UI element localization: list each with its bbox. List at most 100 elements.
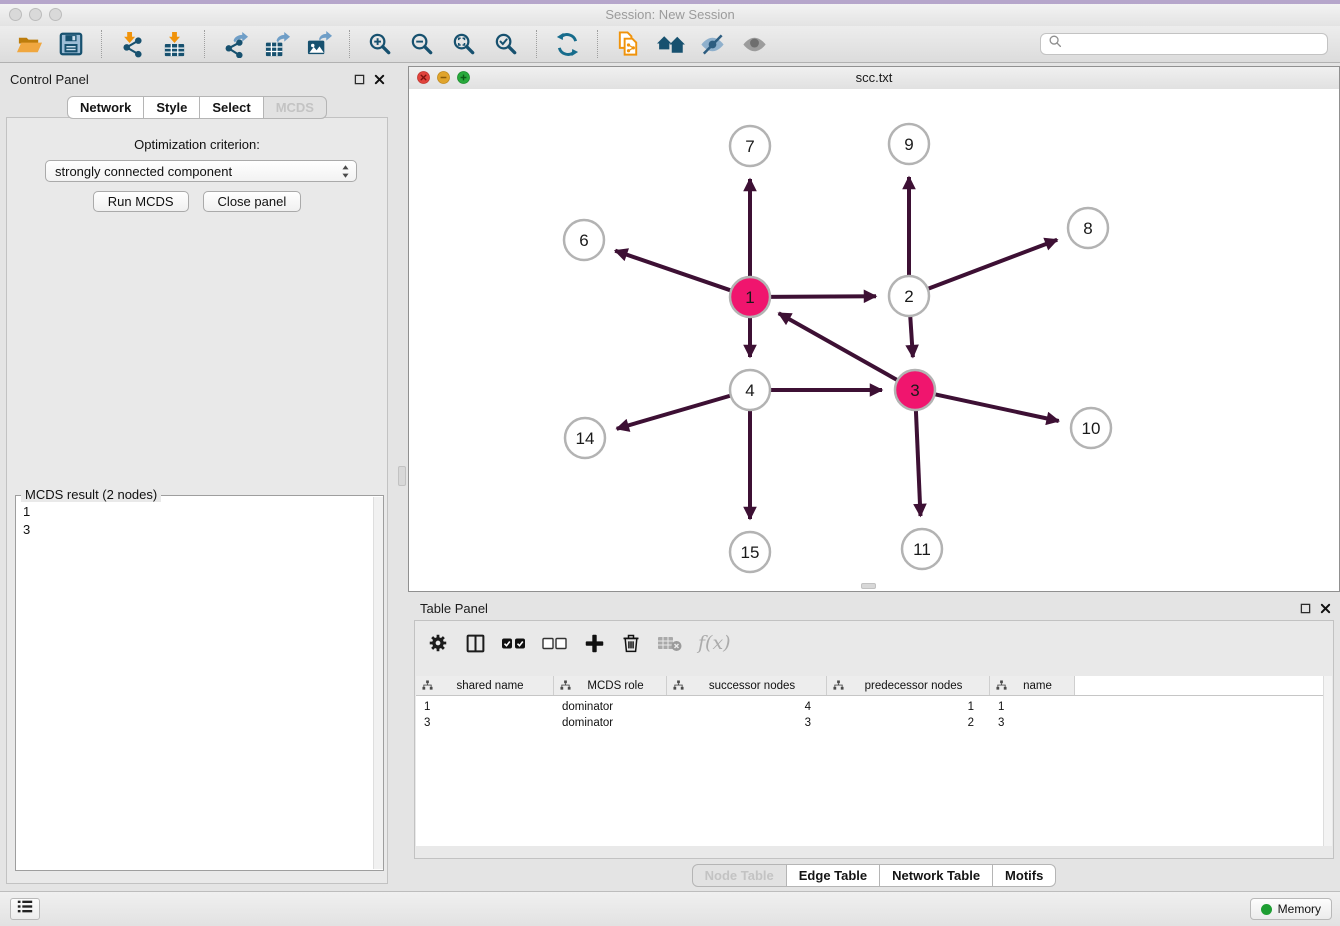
column-header-shared-name[interactable]: shared name — [416, 676, 554, 695]
minimize-window-button[interactable] — [29, 8, 42, 21]
vertical-splitter-grip[interactable] — [398, 466, 406, 486]
float-panel-icon[interactable] — [1299, 602, 1312, 615]
table-cell[interactable]: 3 — [667, 717, 827, 729]
table-cell[interactable]: 4 — [667, 701, 827, 713]
zoom-fit-icon[interactable] — [449, 29, 479, 59]
control-panel-tabs: NetworkStyleSelectMCDS — [0, 96, 394, 119]
table-cell[interactable]: 1 — [990, 701, 1075, 713]
graph-edge-1-6[interactable] — [615, 251, 733, 292]
graph-node-label: 7 — [745, 137, 754, 156]
hide-graphics-details-icon[interactable] — [697, 29, 727, 59]
table-cell[interactable]: 2 — [827, 717, 990, 729]
run-mcds-button[interactable]: Run MCDS — [93, 191, 189, 212]
graph-edge-3-11[interactable] — [916, 408, 921, 516]
float-panel-icon[interactable] — [353, 73, 366, 86]
save-session-icon[interactable] — [56, 29, 86, 59]
table-cell[interactable]: dominator — [554, 701, 667, 713]
apply-layout-refresh-icon[interactable] — [552, 29, 582, 59]
column-header-successor-nodes[interactable]: successor nodes — [667, 676, 827, 695]
node-table: shared nameMCDS rolesuccessor nodesprede… — [416, 676, 1332, 846]
graph-node-label: 11 — [913, 540, 931, 559]
control-panel-window-buttons — [353, 73, 386, 86]
graph-edge-1-2[interactable] — [768, 296, 876, 297]
table-scrollbar[interactable] — [1323, 676, 1332, 846]
zoom-out-icon[interactable] — [407, 29, 437, 59]
first-neighbors-icon[interactable] — [655, 29, 685, 59]
export-table-icon[interactable] — [262, 29, 292, 59]
table-body: 1dominator4113dominator323 — [416, 696, 1332, 731]
tab-edge-table[interactable]: Edge Table — [786, 864, 880, 887]
import-network-icon[interactable] — [117, 29, 147, 59]
graph-edge-3-1[interactable] — [779, 313, 900, 381]
tab-node-table[interactable]: Node Table — [692, 864, 787, 887]
table-cell[interactable]: 1 — [416, 701, 554, 713]
delete-columns-icon[interactable] — [620, 631, 642, 655]
network-window-titlebar[interactable]: scc.txt — [409, 67, 1339, 90]
close-panel-button[interactable]: Close panel — [203, 191, 302, 212]
column-header-name[interactable]: name — [990, 676, 1075, 695]
unselect-all-columns-icon[interactable] — [542, 631, 568, 655]
table-row[interactable]: 3dominator323 — [416, 715, 1332, 731]
close-panel-icon[interactable] — [373, 73, 386, 86]
delete-table-icon[interactable] — [657, 631, 683, 655]
table-panel-body: f(x) shared nameMCDS rolesuccessor nodes… — [414, 620, 1334, 859]
export-network-icon[interactable] — [220, 29, 250, 59]
close-network-button[interactable] — [417, 71, 430, 89]
memory-button[interactable]: Memory — [1250, 898, 1332, 920]
zoom-in-icon[interactable] — [365, 29, 395, 59]
tab-network-table[interactable]: Network Table — [879, 864, 993, 887]
toolbar-separator — [204, 30, 205, 58]
column-header-MCDS-role[interactable]: MCDS role — [554, 676, 667, 695]
result-scrollbar[interactable] — [373, 497, 383, 869]
task-history-button[interactable] — [10, 898, 40, 920]
open-file-icon[interactable] — [14, 29, 44, 59]
tab-style[interactable]: Style — [143, 96, 200, 119]
table-cell[interactable]: 1 — [827, 701, 990, 713]
graph-node-label: 15 — [741, 543, 760, 562]
table-toolbar: f(x) — [427, 630, 731, 656]
tab-motifs[interactable]: Motifs — [992, 864, 1056, 887]
minimize-network-button[interactable] — [437, 71, 450, 89]
table-cell[interactable]: dominator — [554, 717, 667, 729]
create-new-column-icon[interactable] — [583, 631, 605, 655]
toggle-column-display-icon[interactable] — [464, 631, 486, 655]
column-tree-icon — [833, 680, 844, 691]
graph-node-label: 4 — [745, 381, 754, 400]
export-image-icon[interactable] — [304, 29, 334, 59]
window-title: Session: New Session — [0, 4, 1340, 26]
graph-edge-4-14[interactable] — [617, 395, 733, 429]
select-all-columns-icon[interactable] — [501, 631, 527, 655]
network-canvas[interactable]: 7968124314101511 — [409, 89, 1339, 591]
table-header-row: shared nameMCDS rolesuccessor nodesprede… — [416, 676, 1332, 696]
close-panel-icon[interactable] — [1319, 602, 1332, 615]
tab-network[interactable]: Network — [67, 96, 144, 119]
graph-edge-2-8[interactable] — [926, 240, 1057, 290]
function-builder-icon[interactable]: f(x) — [698, 631, 731, 655]
maximize-network-button[interactable] — [457, 71, 470, 89]
optimization-criterion-select[interactable]: strongly connected component — [45, 160, 357, 182]
close-window-button[interactable] — [9, 8, 22, 21]
toolbar-separator — [597, 30, 598, 58]
table-cell[interactable]: 3 — [990, 717, 1075, 729]
network-graph[interactable]: 7968124314101511 — [409, 89, 1339, 591]
mcds-result-box[interactable]: MCDS result (2 nodes) 13 — [15, 495, 384, 871]
control-panel: Control Panel NetworkStyleSelectMCDS Opt… — [0, 66, 394, 888]
search-box[interactable] — [1040, 33, 1328, 55]
graph-edge-2-3[interactable] — [910, 314, 913, 357]
graph-node-label: 3 — [910, 381, 919, 400]
graph-edge-3-10[interactable] — [933, 394, 1059, 421]
column-header-predecessor-nodes[interactable]: predecessor nodes — [827, 676, 990, 695]
table-cell[interactable]: 3 — [416, 717, 554, 729]
search-input[interactable] — [1067, 36, 1327, 52]
table-row[interactable]: 1dominator411 — [416, 699, 1332, 715]
tab-mcds[interactable]: MCDS — [263, 96, 327, 119]
new-network-from-selection-icon[interactable] — [613, 29, 643, 59]
table-settings-gear-icon[interactable] — [427, 631, 449, 655]
import-table-icon[interactable] — [159, 29, 189, 59]
zoom-window-button[interactable] — [49, 8, 62, 21]
show-graphics-details-icon[interactable] — [739, 29, 769, 59]
tab-select[interactable]: Select — [199, 96, 263, 119]
selected-criterion: strongly connected component — [55, 164, 232, 179]
horizontal-splitter-grip[interactable] — [861, 583, 876, 589]
zoom-selected-icon[interactable] — [491, 29, 521, 59]
